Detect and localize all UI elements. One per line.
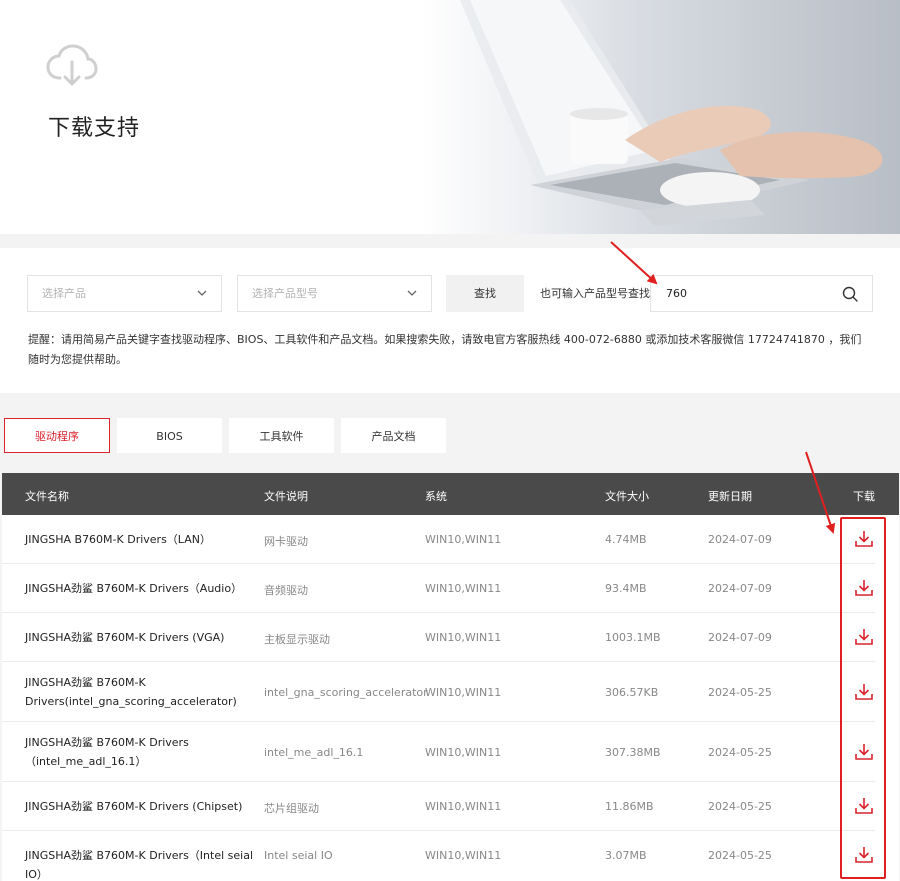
model-search-input[interactable]: 760 [650, 275, 873, 312]
file-desc: 芯片组驱动 [264, 802, 319, 815]
tab-bios[interactable]: BIOS [117, 418, 222, 453]
product-select-placeholder: 选择产品 [42, 287, 86, 300]
file-os: WIN10,WIN11 [425, 849, 502, 862]
chevron-down-icon [407, 290, 417, 296]
file-date: 2024-05-25 [708, 800, 772, 813]
product-select[interactable]: 选择产品 [27, 275, 222, 312]
chevron-down-icon [197, 290, 207, 296]
file-date: 2024-07-09 [708, 631, 772, 644]
file-name: JINGSHA劲鲨 B760M-K Drivers（Audio） [25, 582, 243, 595]
find-button[interactable]: 查找 [446, 275, 524, 312]
tab-tools[interactable]: 工具软件 [229, 418, 334, 453]
file-date: 2024-05-25 [708, 746, 772, 759]
cloud-download-icon [46, 44, 98, 88]
file-size: 4.74MB [605, 533, 647, 546]
file-date: 2024-07-09 [708, 533, 772, 546]
file-name: JINGSHA劲鲨 B760M-K Drivers (VGA) [25, 631, 225, 644]
downloads-table: 文件名称 文件说明 系统 文件大小 更新日期 下载 JINGSHA B760M-… [2, 473, 899, 881]
model-select[interactable]: 选择产品型号 [237, 275, 432, 312]
table-row: JINGSHA劲鲨 B760M-K Drivers (VGA) 主板显示驱动 W… [2, 613, 899, 662]
page-title: 下载支持 [48, 116, 141, 141]
file-date: 2024-05-25 [708, 686, 772, 699]
model-search-label: 也可输入产品型号查找 [540, 287, 650, 300]
file-os: WIN10,WIN11 [425, 800, 502, 813]
file-os: WIN10,WIN11 [425, 746, 502, 759]
file-date: 2024-07-09 [708, 582, 772, 595]
file-name: JINGSHA劲鲨 B760M-K Drivers（intel_me_adl_1… [25, 736, 189, 768]
file-name: JINGSHA B760M-K Drivers（LAN） [25, 533, 211, 546]
table-row: JINGSHA B760M-K Drivers（LAN） 网卡驱动 WIN10,… [2, 515, 899, 564]
file-os: WIN10,WIN11 [425, 686, 502, 699]
file-desc: intel_me_adl_16.1 [264, 746, 364, 759]
file-size: 307.38MB [605, 746, 661, 759]
table-row: JINGSHA劲鲨 B760M-K Drivers（Intel seial IO… [2, 831, 899, 881]
file-os: WIN10,WIN11 [425, 631, 502, 644]
hero-laptop-photo [420, 0, 900, 234]
header-size: 文件大小 [605, 490, 649, 503]
file-desc: 网卡驱动 [264, 535, 308, 548]
search-panel: 选择产品 选择产品型号 查找 也可输入产品型号查找 760 提醒：请用简易产品关… [0, 248, 900, 393]
header-date: 更新日期 [708, 490, 752, 503]
search-icon[interactable] [842, 286, 858, 302]
tab-documents[interactable]: 产品文档 [341, 418, 446, 453]
file-desc: Intel seial IO [264, 849, 333, 862]
table-row: JINGSHA劲鲨 B760M-K Drivers (Chipset) 芯片组驱… [2, 782, 899, 831]
file-size: 93.4MB [605, 582, 647, 595]
header-name: 文件名称 [25, 490, 69, 503]
file-size: 11.86MB [605, 800, 654, 813]
file-size: 1003.1MB [605, 631, 661, 644]
tab-drivers[interactable]: 驱动程序 [4, 418, 110, 453]
model-search-value: 760 [666, 287, 687, 300]
file-name: JINGSHA劲鲨 B760M-K Drivers(intel_gna_scor… [25, 676, 237, 708]
file-size: 3.07MB [605, 849, 647, 862]
file-size: 306.57KB [605, 686, 659, 699]
file-desc: 主板显示驱动 [264, 633, 330, 646]
header-desc: 文件说明 [264, 490, 308, 503]
header-os: 系统 [425, 490, 447, 503]
model-select-placeholder: 选择产品型号 [252, 287, 318, 300]
help-tip: 提醒：请用简易产品关键字查找驱动程序、BIOS、工具软件和产品文档。如果搜索失败… [28, 333, 862, 366]
file-desc: 音频驱动 [264, 584, 308, 597]
file-os: WIN10,WIN11 [425, 582, 502, 595]
header-download: 下载 [853, 490, 875, 503]
table-row: JINGSHA劲鲨 B760M-K Drivers(intel_gna_scor… [2, 662, 899, 722]
table-row: JINGSHA劲鲨 B760M-K Drivers（Audio） 音频驱动 WI… [2, 564, 899, 613]
annotation-highlight-box [840, 517, 886, 879]
file-desc: intel_gna_scoring_accelerator [264, 686, 428, 699]
hero-banner: 下载支持 [0, 0, 900, 234]
table-header: 文件名称 文件说明 系统 文件大小 更新日期 下载 [2, 473, 899, 515]
file-date: 2024-05-25 [708, 849, 772, 862]
file-name: JINGSHA劲鲨 B760M-K Drivers (Chipset) [25, 800, 243, 813]
table-row: JINGSHA劲鲨 B760M-K Drivers（intel_me_adl_1… [2, 722, 899, 782]
file-os: WIN10,WIN11 [425, 533, 502, 546]
file-name: JINGSHA劲鲨 B760M-K Drivers（Intel seial IO… [25, 849, 254, 881]
